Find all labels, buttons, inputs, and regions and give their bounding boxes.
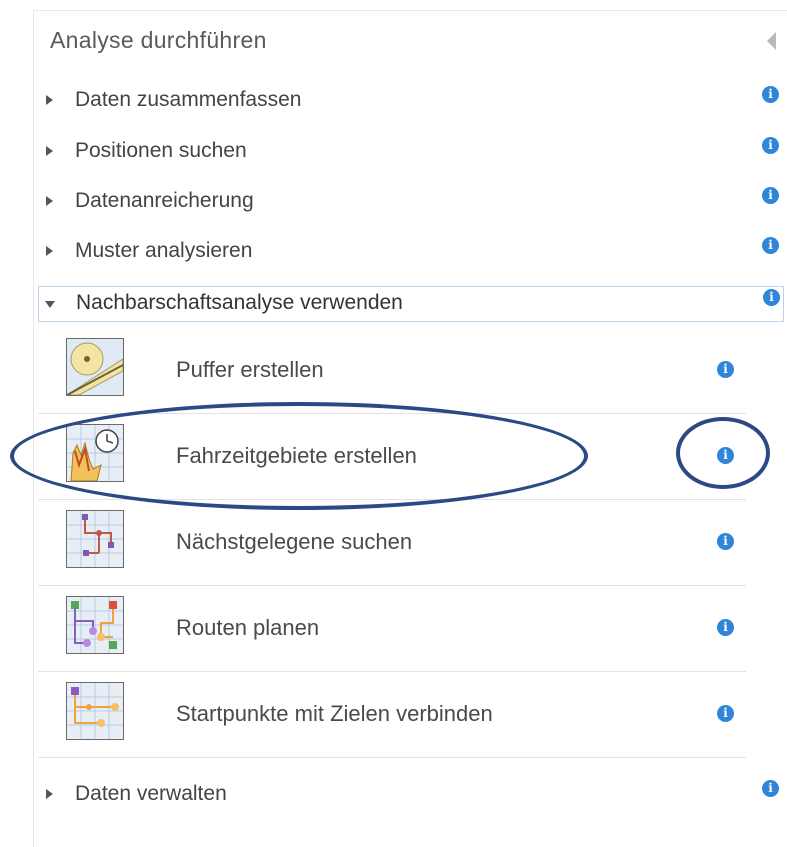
category-manage-data[interactable]: Daten verwalten i bbox=[38, 778, 784, 814]
category-summarize-data[interactable]: Daten zusammenfassen i bbox=[38, 84, 784, 120]
chevron-right-icon bbox=[46, 146, 53, 156]
info-icon[interactable]: i bbox=[762, 86, 779, 103]
info-icon[interactable]: i bbox=[717, 533, 734, 550]
info-icon[interactable]: i bbox=[717, 361, 734, 378]
category-label: Muster analysieren bbox=[75, 239, 253, 262]
tool-create-buffers[interactable]: Puffer erstellen i bbox=[38, 328, 746, 414]
category-label: Positionen suchen bbox=[75, 139, 247, 162]
tool-connect-origins-to-destinations[interactable]: Startpunkte mit Zielen verbinden i bbox=[38, 672, 746, 758]
connect-origins-destinations-icon bbox=[66, 682, 124, 740]
find-nearest-icon bbox=[66, 510, 124, 568]
highlight-circle-annotation bbox=[676, 417, 770, 489]
category-use-proximity[interactable]: Nachbarschaftsanalyse verwenden i bbox=[38, 286, 784, 322]
tool-label: Puffer erstellen bbox=[176, 357, 324, 382]
collapse-left-icon[interactable] bbox=[767, 32, 776, 50]
tool-label: Nächstgelegene suchen bbox=[176, 529, 413, 554]
chevron-right-icon bbox=[46, 246, 53, 256]
info-icon[interactable]: i bbox=[762, 237, 779, 254]
info-icon[interactable]: i bbox=[763, 289, 780, 306]
buffer-tool-icon bbox=[66, 338, 124, 396]
tool-find-nearest[interactable]: Nächstgelegene suchen i bbox=[38, 500, 746, 586]
info-icon[interactable]: i bbox=[717, 619, 734, 636]
tool-label: Routen planen bbox=[176, 615, 320, 640]
category-analyze-patterns[interactable]: Muster analysieren i bbox=[38, 235, 784, 271]
category-label: Daten zusammenfassen bbox=[75, 88, 302, 111]
chevron-right-icon bbox=[46, 789, 53, 799]
tool-plan-routes[interactable]: Routen planen i bbox=[38, 586, 746, 672]
category-find-locations[interactable]: Positionen suchen i bbox=[38, 135, 784, 171]
plan-routes-icon bbox=[66, 596, 124, 654]
info-icon[interactable]: i bbox=[762, 780, 779, 797]
category-data-enrichment[interactable]: Datenanreicherung i bbox=[38, 185, 784, 221]
chevron-down-icon bbox=[45, 301, 55, 308]
category-label: Daten verwalten bbox=[75, 782, 227, 805]
info-icon[interactable]: i bbox=[762, 187, 779, 204]
highlight-ellipse-annotation bbox=[10, 402, 588, 510]
info-icon[interactable]: i bbox=[717, 705, 734, 722]
panel-title: Analyse durchführen bbox=[50, 27, 267, 53]
category-label: Datenanreicherung bbox=[75, 189, 254, 212]
chevron-right-icon bbox=[46, 196, 53, 206]
category-label: Nachbarschaftsanalyse verwenden bbox=[76, 291, 403, 314]
info-icon[interactable]: i bbox=[762, 137, 779, 154]
chevron-right-icon bbox=[46, 95, 53, 105]
tool-label: Startpunkte mit Zielen verbinden bbox=[176, 701, 493, 726]
